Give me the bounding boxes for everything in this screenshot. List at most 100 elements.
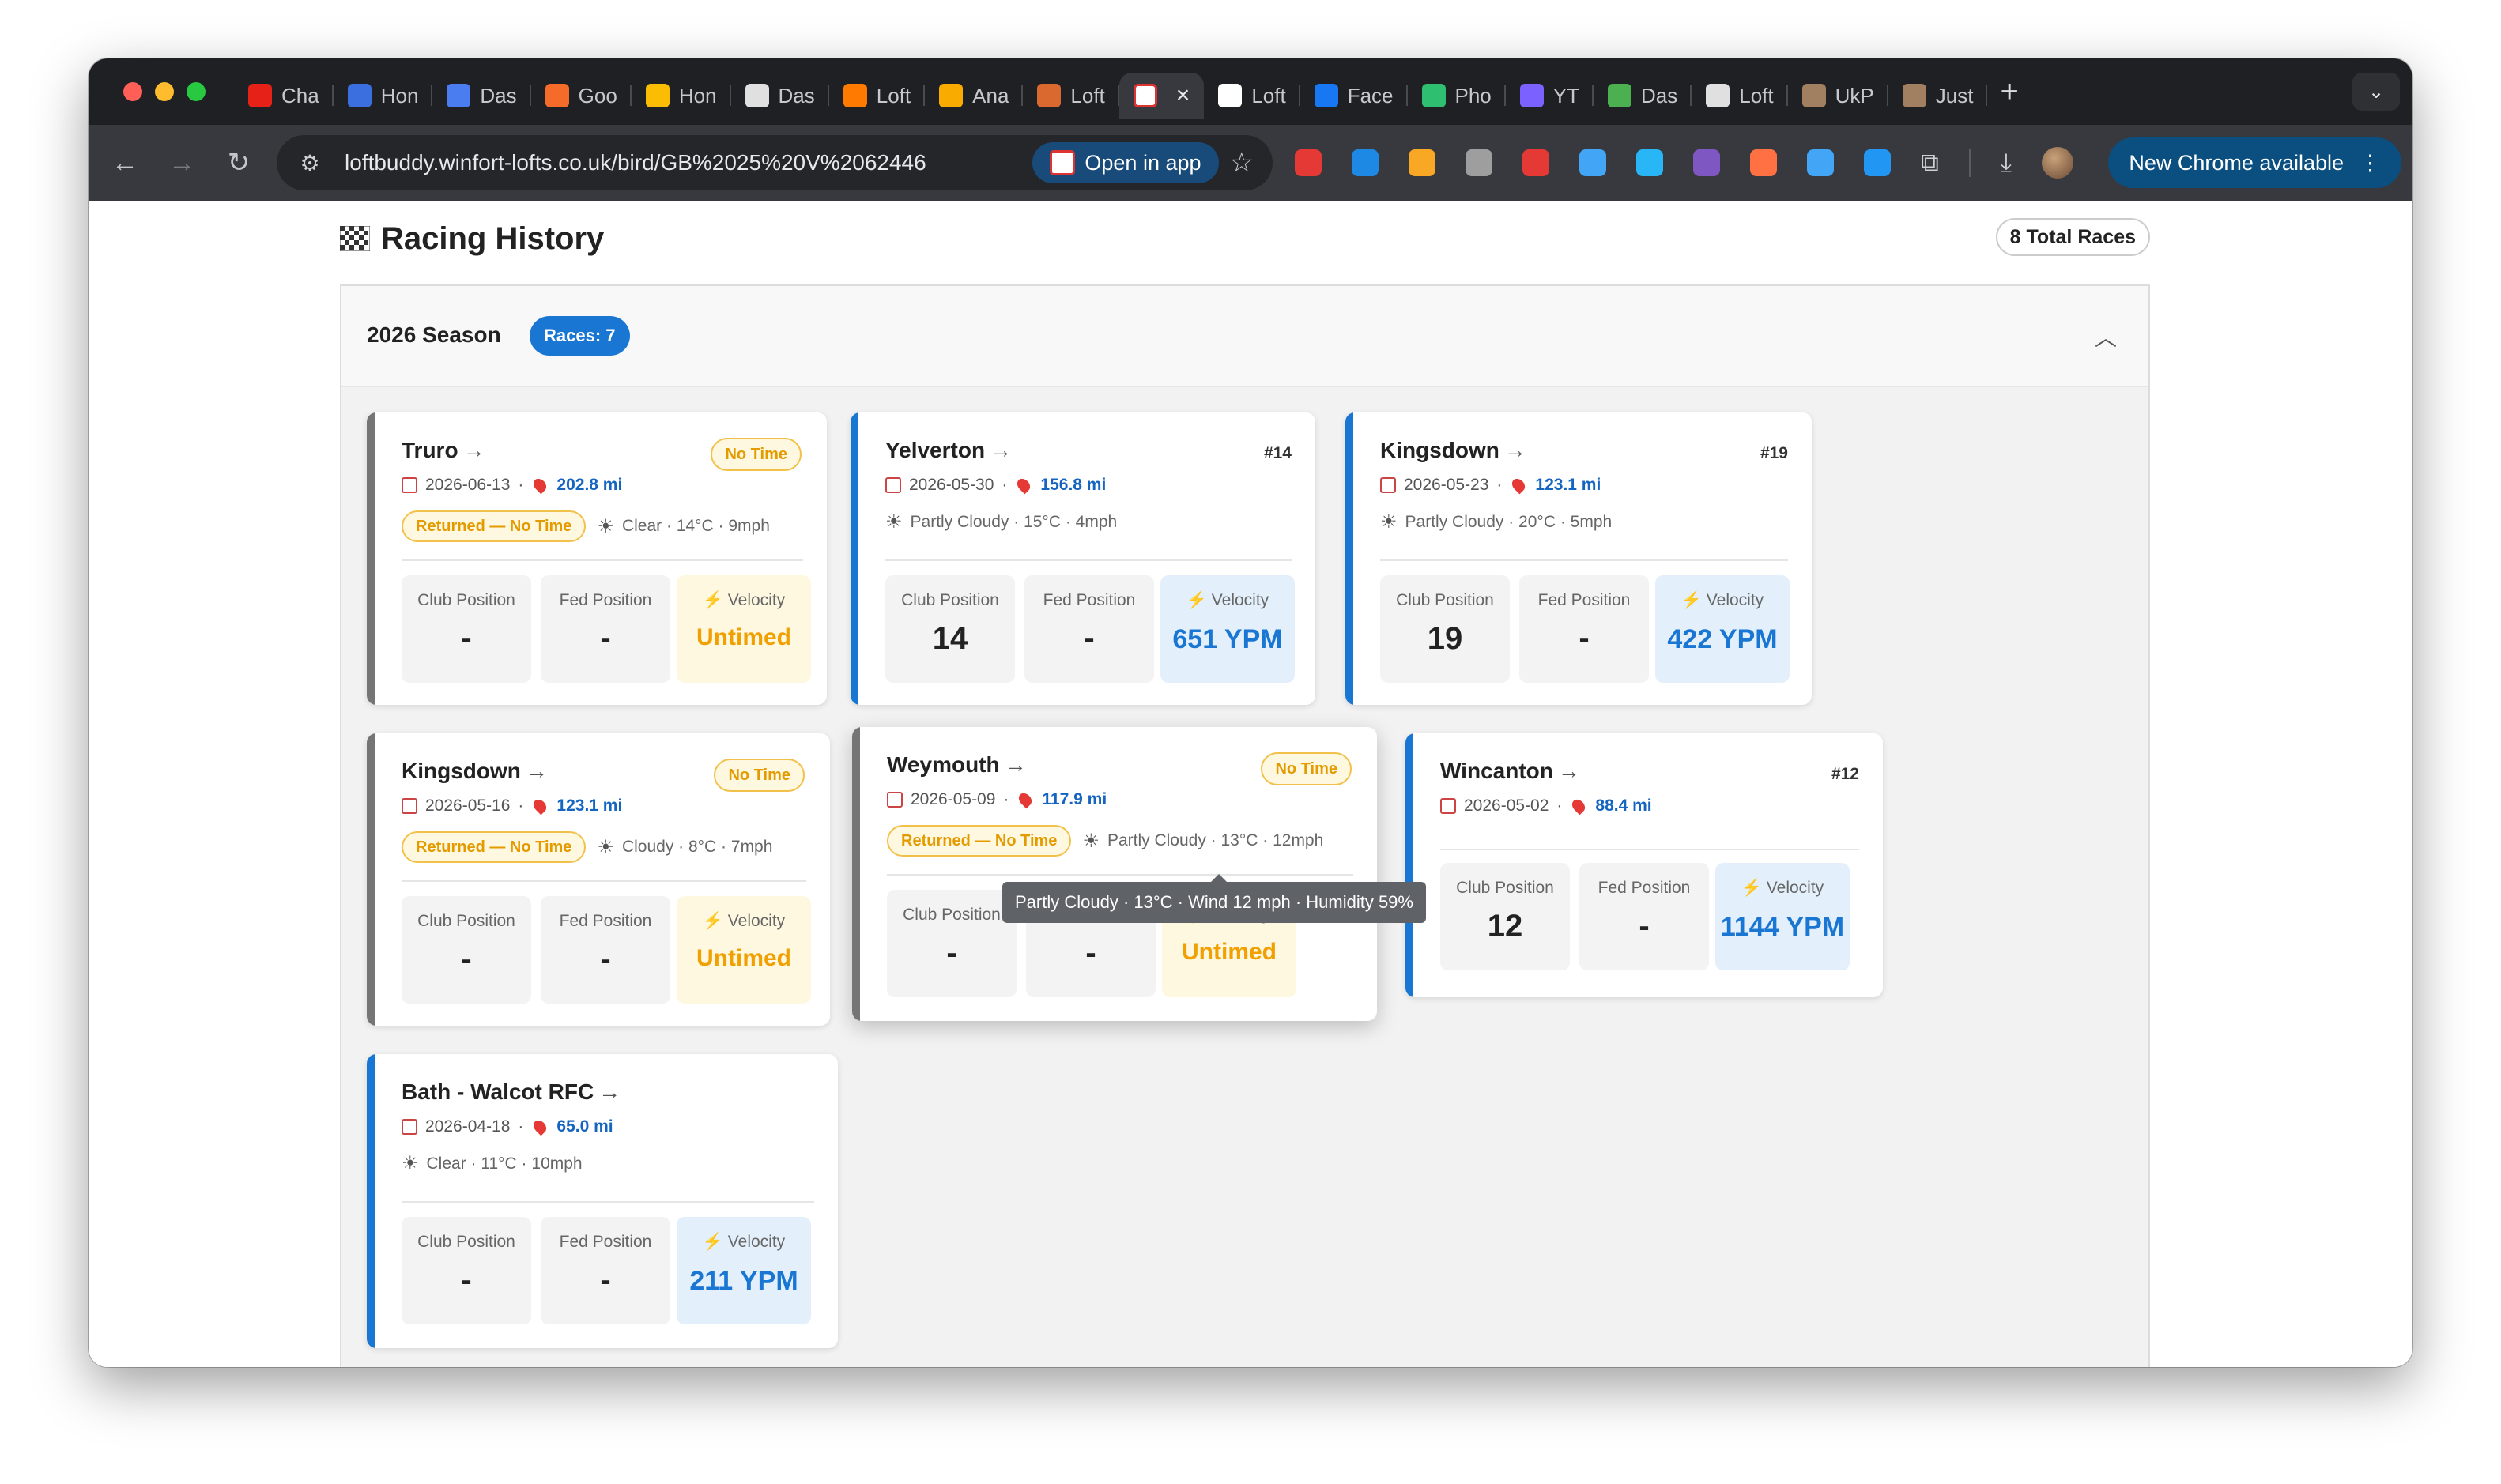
- club-position-value: 19: [1427, 621, 1463, 656]
- extension-icon[interactable]: [1295, 149, 1322, 176]
- race-card[interactable]: Bath - Walcot RFC → 2026-04-18 · 65.0 mi ☀ Cle…: [367, 1054, 838, 1348]
- open-in-app-label: Open in app: [1085, 150, 1201, 175]
- browser-tab[interactable]: Loft: [1204, 73, 1300, 119]
- browser-tab[interactable]: YT: [1506, 73, 1594, 119]
- fed-position-value: -: [600, 942, 611, 977]
- sun-icon: ☀: [597, 836, 614, 858]
- race-card[interactable]: Wincanton → #12 2026-05-02 · 88.4 mi Club Posi…: [1405, 733, 1883, 997]
- close-window-button[interactable]: [123, 82, 142, 101]
- calendar-icon: [887, 792, 903, 808]
- tab-label: Loft: [1251, 83, 1286, 107]
- velocity-value: 211 YPM: [689, 1266, 798, 1296]
- browser-tab[interactable]: Cha: [234, 73, 334, 119]
- new-tab-button[interactable]: +: [2000, 74, 2018, 110]
- tab-separator: [1986, 85, 1988, 106]
- toolbar-divider: [1968, 149, 1971, 177]
- browser-tab[interactable]: Goo: [531, 73, 632, 119]
- forward-button[interactable]: →: [153, 148, 210, 179]
- fed-position-value: -: [600, 621, 611, 656]
- browser-tab[interactable]: UkP: [1788, 73, 1888, 119]
- race-title-link[interactable]: Bath - Walcot RFC →: [402, 1079, 621, 1105]
- race-card[interactable]: Truro → No Time 2026-06-13 · 202.8 mi Returned…: [367, 412, 827, 705]
- race-title-link[interactable]: Weymouth →: [887, 752, 1027, 778]
- race-meta: 2026-05-30 · 156.8 mi: [885, 476, 1106, 495]
- tab-label: Just: [1935, 83, 1974, 107]
- tab-label: YT: [1552, 83, 1579, 107]
- browser-tab[interactable]: Pho: [1408, 73, 1506, 119]
- extensions-bar: ⧉ ⤓: [1295, 147, 2074, 179]
- race-meta: 2026-05-23 · 123.1 mi: [1380, 476, 1601, 495]
- new-chrome-available-button[interactable]: New Chrome available ⋮: [2108, 137, 2401, 188]
- browser-tab[interactable]: Das: [432, 73, 531, 119]
- extension-icon[interactable]: [1579, 149, 1606, 176]
- tab-search-button[interactable]: ⌄: [2352, 73, 2400, 111]
- profile-avatar[interactable]: [2042, 147, 2074, 179]
- race-title-link[interactable]: Truro →: [402, 438, 485, 463]
- tab-label: Das: [778, 83, 815, 107]
- address-bar[interactable]: ⚙ loftbuddy.winfort-lofts.co.uk/bird/GB%…: [277, 135, 1273, 190]
- browser-tab[interactable]: Face: [1300, 73, 1408, 119]
- extension-icon[interactable]: [1864, 149, 1891, 176]
- fed-position-label: Fed Position: [559, 912, 652, 930]
- back-button[interactable]: ←: [96, 148, 153, 179]
- race-title-link[interactable]: Kingsdown →: [402, 759, 548, 784]
- race-date: 2026-05-16: [425, 797, 511, 815]
- reload-button[interactable]: ↻: [210, 147, 267, 179]
- tab-favicon-icon: [1608, 84, 1631, 107]
- extension-icon[interactable]: [1466, 149, 1492, 176]
- extension-icon[interactable]: [1636, 149, 1663, 176]
- race-card[interactable]: Yelverton → #14 2026-05-30 · 156.8 mi ☀ Partly …: [851, 412, 1315, 705]
- weather-info[interactable]: ☀ Clear · 11°C · 10mph: [402, 1152, 583, 1175]
- extension-icon[interactable]: [1693, 149, 1720, 176]
- chevron-up-icon[interactable]: ︿: [2095, 321, 2117, 352]
- window-controls: [123, 82, 206, 101]
- browser-tab[interactable]: ×: [1118, 73, 1205, 119]
- extension-icon[interactable]: [1522, 149, 1549, 176]
- race-title-link[interactable]: Kingsdown →: [1380, 438, 1526, 463]
- browser-tab[interactable]: Ana: [925, 73, 1024, 119]
- club-position-stat: Club Position 14: [885, 575, 1015, 683]
- browser-tab[interactable]: Das: [1594, 73, 1692, 119]
- tab-favicon-icon: [1037, 84, 1062, 107]
- download-icon[interactable]: ⤓: [2001, 148, 2012, 178]
- velocity-value: Untimed: [1182, 939, 1277, 965]
- arrow-right-icon: →: [525, 759, 548, 783]
- browser-tab[interactable]: Hon: [334, 73, 433, 119]
- season-header[interactable]: 2026 Season Races: 7 ︿: [341, 286, 2148, 387]
- race-card[interactable]: Kingsdown → #19 2026-05-23 · 123.1 mi ☀ Partly …: [1345, 412, 1812, 705]
- weather-info[interactable]: ☀ Partly Cloudy · 15°C · 4mph: [885, 510, 1117, 533]
- location-pin-icon: [1570, 797, 1588, 815]
- race-card[interactable]: Weymouth → No Time 2026-05-09 · 117.9 mi Retur…: [852, 727, 1377, 1021]
- weather-info[interactable]: ☀ Partly Cloudy · 20°C · 5mph: [1380, 510, 1612, 533]
- extension-icon[interactable]: [1750, 149, 1777, 176]
- minimize-window-button[interactable]: [155, 82, 174, 101]
- weather-info[interactable]: ☀ Clear · 14°C · 9mph: [597, 515, 769, 538]
- close-tab-icon[interactable]: ×: [1176, 82, 1190, 109]
- zoom-window-button[interactable]: [187, 82, 206, 101]
- extensions-puzzle-icon[interactable]: ⧉: [1921, 148, 1939, 178]
- weather-info[interactable]: ☀ Cloudy · 8°C · 7mph: [597, 836, 772, 859]
- tab-label: Das: [1641, 83, 1678, 107]
- site-info-icon[interactable]: ⚙: [292, 145, 327, 180]
- url-text[interactable]: loftbuddy.winfort-lofts.co.uk/bird/GB%20…: [345, 150, 1032, 175]
- extension-icon[interactable]: [1352, 149, 1379, 176]
- browser-tab[interactable]: Das: [731, 73, 829, 119]
- open-in-app-button[interactable]: Open in app: [1032, 142, 1219, 183]
- location-pin-icon: [1015, 476, 1033, 495]
- race-card[interactable]: Kingsdown → No Time 2026-05-16 · 123.1 mi Retu…: [367, 733, 830, 1026]
- browser-tab[interactable]: Just: [1888, 73, 1988, 119]
- browser-tab[interactable]: Hon: [632, 73, 731, 119]
- club-position-value: -: [461, 621, 472, 656]
- extension-icon[interactable]: [1409, 149, 1435, 176]
- tab-label: Pho: [1454, 83, 1492, 107]
- browser-tab[interactable]: Loft: [829, 73, 926, 119]
- browser-tab[interactable]: Loft: [1692, 73, 1788, 119]
- extension-icon[interactable]: [1807, 149, 1834, 176]
- browser-tab[interactable]: Loft: [1023, 73, 1119, 119]
- calendar-icon: [1440, 798, 1456, 814]
- bookmark-star-icon[interactable]: ☆: [1230, 147, 1254, 179]
- weather-info[interactable]: ☀ Partly Cloudy · 13°C · 12mph: [1082, 830, 1323, 853]
- race-date: 2026-04-18: [425, 1117, 511, 1136]
- race-title-link[interactable]: Yelverton →: [885, 438, 1012, 463]
- race-title-link[interactable]: Wincanton →: [1440, 759, 1580, 784]
